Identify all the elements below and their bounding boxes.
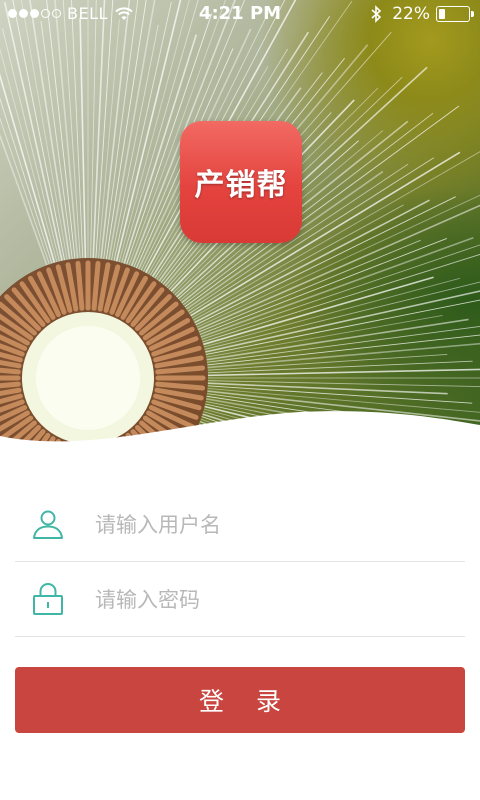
status-bar: BELL 4:21 PM 22% <box>0 0 480 28</box>
lock-icon <box>33 583 63 615</box>
user-icon <box>33 510 63 539</box>
login-button[interactable]: 登 录 <box>15 667 465 733</box>
battery-percent: 22% <box>392 4 430 24</box>
app-logo-text: 产销帮 <box>194 168 288 203</box>
password-field <box>15 562 465 637</box>
username-input[interactable] <box>93 504 457 546</box>
username-field <box>15 487 465 562</box>
app-logo: 产销帮 <box>180 121 302 243</box>
battery-icon <box>436 6 474 22</box>
password-input[interactable] <box>93 579 457 621</box>
bluetooth-icon <box>371 5 382 23</box>
